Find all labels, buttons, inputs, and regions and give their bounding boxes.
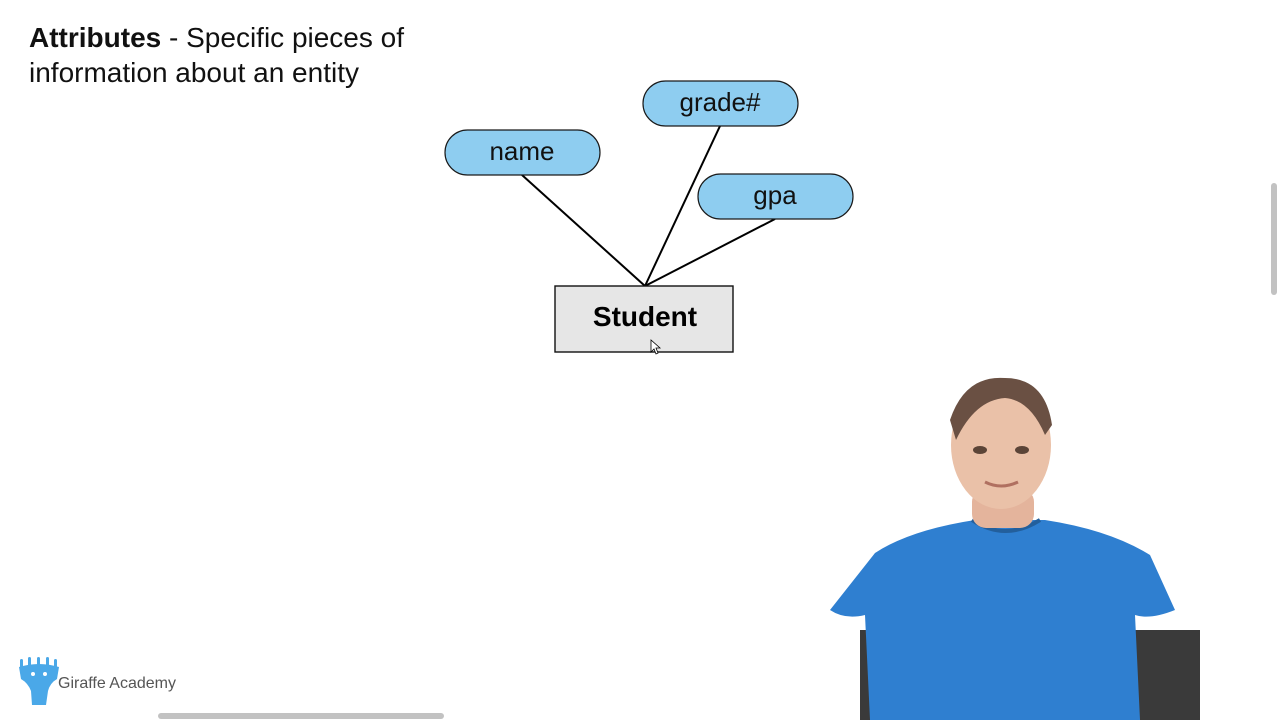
entity-student[interactable]: Student bbox=[554, 285, 734, 353]
vertical-scroll-thumb[interactable] bbox=[1271, 183, 1277, 295]
attribute-grade[interactable]: grade# bbox=[642, 80, 799, 127]
attribute-grade-label: grade# bbox=[680, 87, 761, 117]
attribute-gpa[interactable]: gpa bbox=[697, 173, 854, 220]
link-gpa bbox=[644, 218, 776, 287]
attribute-gpa-label: gpa bbox=[753, 180, 797, 210]
vertical-scrollbar[interactable] bbox=[1271, 0, 1277, 712]
horizontal-scroll-thumb[interactable] bbox=[158, 713, 444, 719]
attribute-name[interactable]: name bbox=[444, 129, 601, 176]
attribute-name-label: name bbox=[489, 136, 554, 166]
brand-logo: Giraffe Academy bbox=[16, 657, 176, 705]
brand-label: Giraffe Academy bbox=[58, 675, 176, 692]
entity-student-label: Student bbox=[593, 301, 697, 332]
giraffe-icon bbox=[19, 657, 59, 705]
presenter-video bbox=[830, 377, 1200, 720]
link-name bbox=[521, 174, 646, 287]
